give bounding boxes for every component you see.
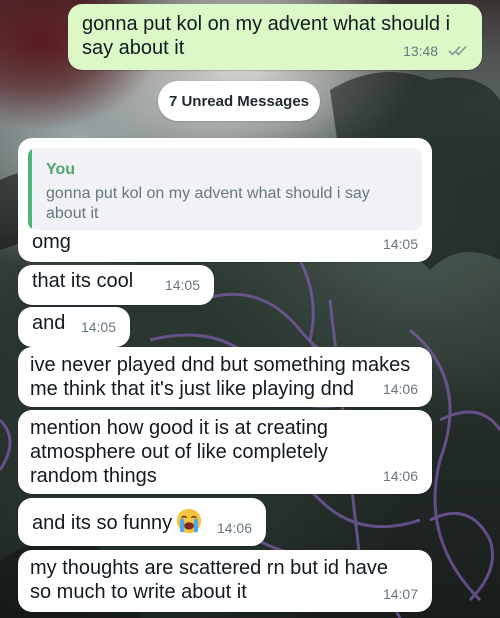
outgoing-message[interactable]: gonna put kol on my advent what should i… [68,4,482,70]
incoming-message[interactable]: my thoughts are scattered rn but id have… [18,550,432,612]
message-time: 14:06 [216,520,252,536]
message-time: 13:48 [403,39,468,63]
quote-text: gonna put kol on my advent what should i… [46,185,370,222]
message-time: 14:05 [164,277,200,293]
message-text: omg [32,231,71,253]
unread-messages-banner: 7 Unread Messages [158,81,320,121]
quote-accent-bar [28,148,32,230]
incoming-message[interactable]: and its so funny 14:06 [18,498,266,546]
message-text: ive never played dnd but something makes… [30,354,416,400]
incoming-message[interactable]: that its cool 14:05 [18,265,214,305]
incoming-message[interactable]: and 14:05 [18,307,130,347]
quote-author: You [46,161,76,178]
loudly-crying-face-icon [176,508,202,534]
chat-view[interactable]: gonna put kol on my advent what should i… [0,0,500,618]
incoming-message[interactable]: ive never played dnd but something makes… [18,347,432,407]
message-time: 14:06 [382,468,418,484]
message-text: and [32,312,66,334]
message-time: 14:07 [382,586,418,602]
message-text: mention how good it is at creating atmos… [30,417,334,487]
incoming-message[interactable]: mention how good it is at creating atmos… [18,410,432,494]
message-text: and its so funny [32,512,173,534]
message-time: 14:06 [382,381,418,397]
quoted-message[interactable]: You gonna put kol on my advent what shou… [28,148,422,230]
message-time: 14:05 [382,236,418,252]
message-text: that its cool [32,270,134,292]
reply-message[interactable]: You gonna put kol on my advent what shou… [18,138,432,262]
message-text-line: and its so funny [32,508,202,535]
message-time: 14:05 [80,319,116,335]
message-text: my thoughts are scattered rn but id have… [30,557,394,603]
message-timestamp: 13:48 [403,43,439,59]
read-receipt-icon [448,45,467,56]
